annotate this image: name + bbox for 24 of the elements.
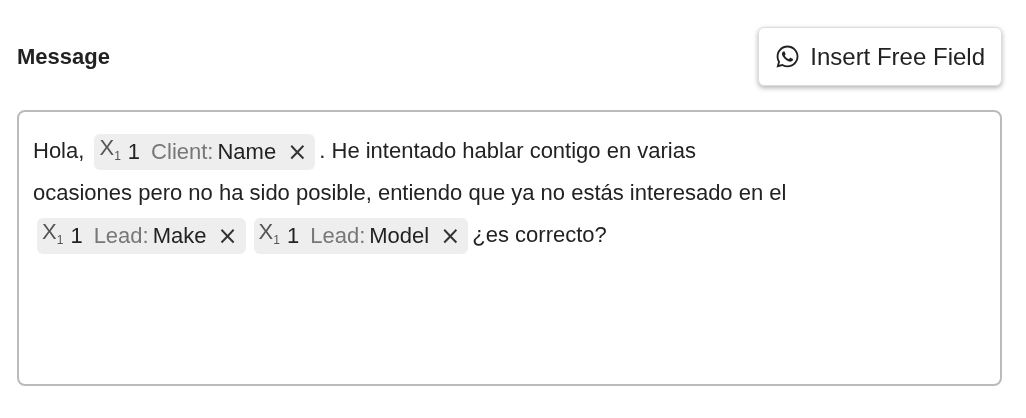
message-text: . He intentado hablar contigo en varias [319, 137, 696, 165]
field-group: Lead: [310, 218, 366, 255]
field-name: Make [152, 222, 207, 251]
message-text: el [769, 179, 787, 207]
field-group: Client: [151, 134, 214, 171]
field-name: Name [217, 138, 277, 167]
field-count: 1 [70, 222, 83, 251]
field-count: 1 [286, 222, 300, 251]
field-name: Model [369, 222, 430, 251]
field-count: 1 [127, 138, 141, 167]
message-field[interactable] [17, 110, 1002, 386]
variable-icon: X$_{1}$ [99, 130, 121, 175]
remove-field-button[interactable]: × [436, 218, 469, 255]
remove-field-button[interactable]: × [213, 218, 246, 255]
remove-field-button[interactable]: × [283, 134, 316, 171]
variable-icon: X$_{1}$ [258, 214, 280, 259]
insert-free-field-button[interactable]: Insert Free Field [758, 27, 1002, 86]
message-text: Hola, [33, 137, 85, 165]
message-text: ¿es correcto? [472, 221, 607, 249]
message-label: Message [17, 43, 110, 70]
field-group: Lead: [93, 218, 149, 255]
variable-icon: X$_{1}$ [42, 214, 64, 259]
chat-bubble-icon [775, 44, 801, 69]
message-text: ocasiones pero no ha sido posible, entiendo que ya no estás interesado en [33, 179, 764, 207]
